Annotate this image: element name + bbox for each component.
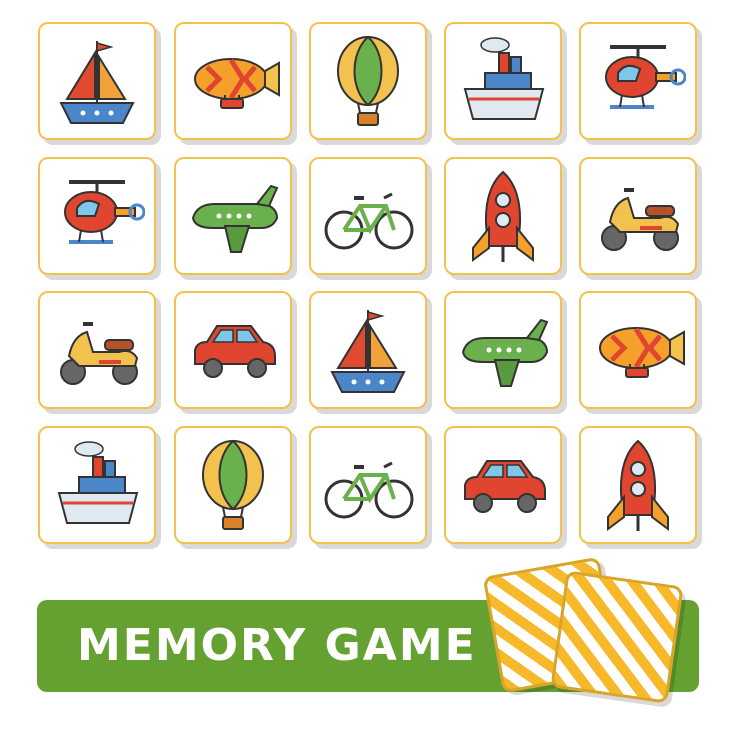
car-icon xyxy=(464,460,546,513)
memory-card[interactable] xyxy=(309,291,427,409)
memory-card[interactable] xyxy=(174,426,292,544)
memory-card[interactable] xyxy=(174,22,292,140)
memory-card[interactable] xyxy=(174,157,292,275)
memory-card[interactable] xyxy=(579,426,697,544)
airplane-icon xyxy=(191,184,279,253)
airship-icon xyxy=(194,58,280,109)
steamship-icon xyxy=(463,37,545,120)
memory-card[interactable] xyxy=(38,22,156,140)
hot-air-balloon-icon xyxy=(337,35,399,126)
memory-card[interactable] xyxy=(444,291,562,409)
memory-card[interactable] xyxy=(444,157,562,275)
memory-card[interactable] xyxy=(309,157,427,275)
memory-card[interactable] xyxy=(174,291,292,409)
helicopter-icon xyxy=(605,45,686,109)
memory-card[interactable] xyxy=(579,157,697,275)
airship-icon xyxy=(599,327,685,378)
sailboat-icon xyxy=(59,41,135,124)
rocket-icon xyxy=(472,170,534,262)
airplane-icon xyxy=(461,318,549,387)
sailboat-icon xyxy=(330,310,406,393)
steamship-icon xyxy=(57,441,139,524)
hot-air-balloon-icon xyxy=(202,439,264,530)
scooter-icon xyxy=(601,188,680,251)
memory-card[interactable] xyxy=(309,22,427,140)
scooter-icon xyxy=(60,322,139,385)
memory-card-grid xyxy=(0,0,736,560)
memory-card[interactable] xyxy=(38,291,156,409)
memory-card[interactable] xyxy=(579,22,697,140)
memory-card[interactable] xyxy=(38,157,156,275)
memory-card[interactable] xyxy=(579,291,697,409)
memory-card[interactable] xyxy=(444,22,562,140)
game-title: MEMORY GAME xyxy=(77,620,477,671)
bicycle-icon xyxy=(324,192,414,250)
helicopter-icon xyxy=(64,180,145,244)
memory-card[interactable] xyxy=(38,426,156,544)
memory-card[interactable] xyxy=(444,426,562,544)
face-down-card[interactable] xyxy=(550,570,684,704)
car-icon xyxy=(194,325,276,378)
rocket-icon xyxy=(607,439,669,531)
bicycle-icon xyxy=(324,461,414,519)
memory-card[interactable] xyxy=(309,426,427,544)
